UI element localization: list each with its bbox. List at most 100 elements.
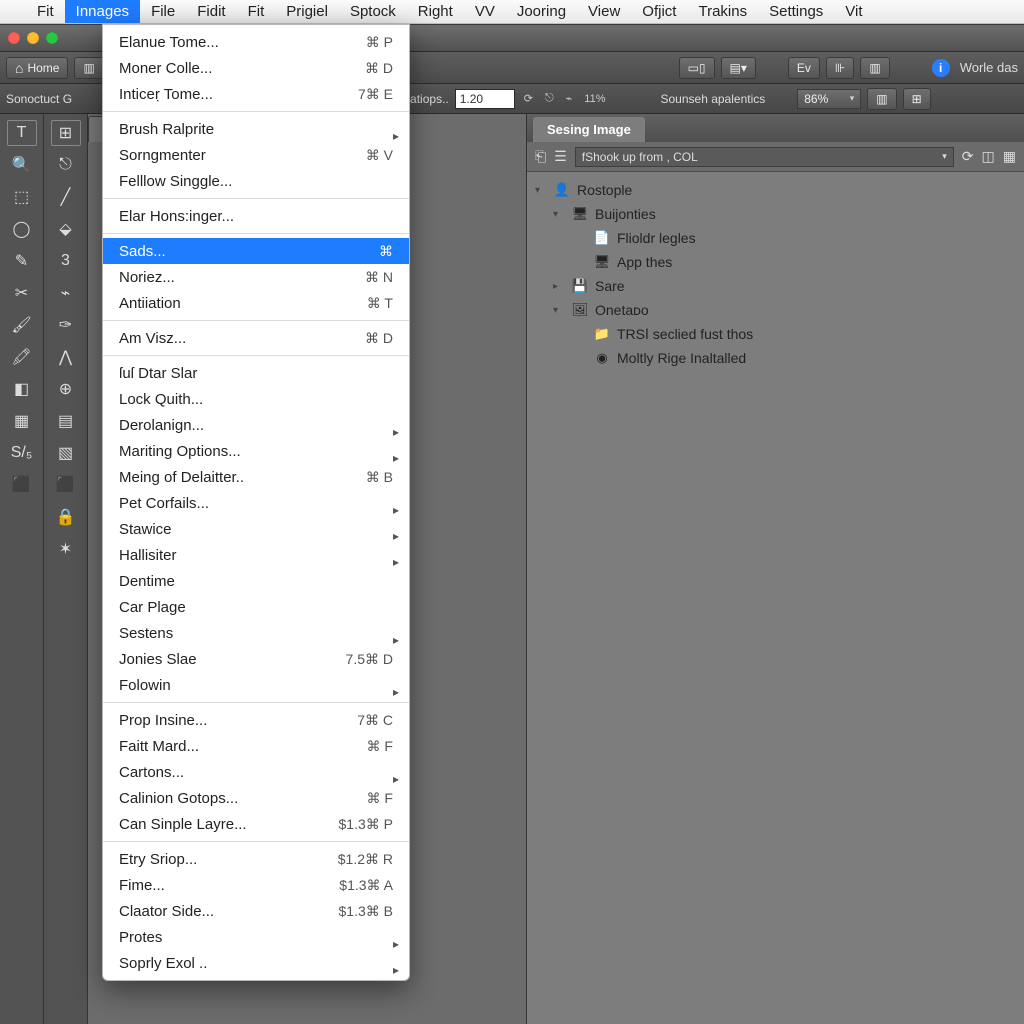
left-tool-2[interactable]: ⬚ [7,184,37,210]
minimize-window-icon[interactable] [27,32,39,44]
menubar-item-vv[interactable]: VV [464,0,506,23]
menu-item[interactable]: Sorngmenter⌘ V [103,142,409,168]
tree-row[interactable]: ◉Moltly Rige Inaltalled [531,346,1020,370]
menu-item[interactable]: Felllow Singgle... [103,168,409,194]
disclosure-triangle-icon[interactable]: ▾ [553,209,565,220]
left2-tool-3[interactable]: ⬙ [51,216,81,242]
menu-item[interactable]: Pet Corfails... [103,490,409,516]
toolbar-mode-c[interactable]: ▥ [860,57,889,79]
menubar-item-ofjict[interactable]: Ofjict [631,0,687,23]
left2-tool-0[interactable]: ⊞ [51,120,81,146]
menubar-item-fidit[interactable]: Fidit [186,0,236,23]
menu-item[interactable]: Folowin [103,672,409,698]
rp-tool-icon-b[interactable]: ☰ [554,148,567,165]
menu-item[interactable]: Protes [103,924,409,950]
menu-item[interactable]: Elar Hons:inger... [103,203,409,229]
left-tool-7[interactable]: 🖍 [7,344,37,370]
left-tool-4[interactable]: ✎ [7,248,37,274]
menu-item[interactable]: Hallisiter [103,542,409,568]
menu-item[interactable]: Sestens [103,620,409,646]
menu-item[interactable]: Brush Ralprite [103,116,409,142]
menu-item[interactable]: Lock Quith... [103,386,409,412]
menu-item[interactable]: Stawice [103,516,409,542]
right-panel-tab[interactable]: Sesing Image [533,117,645,142]
menu-item[interactable]: ſuſ Dtar Slar [103,360,409,386]
menubar-item-view[interactable]: View [577,0,631,23]
tree-row[interactable]: 📁TRSⅼ seclied fust thos [531,322,1020,346]
left2-tool-2[interactable]: ╱ [51,184,81,210]
rp-grid-icon[interactable]: ▦ [1003,148,1016,165]
menu-item[interactable]: Meing of Delaitter..⌘ B [103,464,409,490]
menu-item[interactable]: Calinion Gotops...⌘ F [103,785,409,811]
menubar-item-sptock[interactable]: Sptock [339,0,407,23]
menu-item[interactable]: Cartons... [103,759,409,785]
left-tool-9[interactable]: ▦ [7,408,37,434]
disclosure-triangle-icon[interactable]: ▸ [553,281,565,292]
menu-item[interactable]: Derolanign... [103,412,409,438]
left2-tool-7[interactable]: ⋀ [51,344,81,370]
rp-source-dropdown[interactable]: fShook up from , COL [575,147,954,167]
menubar-item-fit[interactable]: Fit [237,0,276,23]
menu-item[interactable]: Moner Colle...⌘ D [103,55,409,81]
tree-row[interactable]: 📄Flioldr legles [531,226,1020,250]
left2-tool-4[interactable]: 3 [51,248,81,274]
options-mini-3[interactable]: ⌁ [563,92,576,105]
options-extra-a[interactable]: ▥ [867,88,896,110]
left2-tool-8[interactable]: ⊕ [51,376,81,402]
menubar-item-right[interactable]: Right [407,0,464,23]
menu-item[interactable]: Soprly Exol .. [103,950,409,976]
menubar-item-trakins[interactable]: Trakins [687,0,758,23]
tree-row[interactable]: ▸💾Sare [531,274,1020,298]
left-tool-0[interactable]: T [7,120,37,146]
menubar-item-prigiel[interactable]: Prigiel [275,0,339,23]
menu-item[interactable]: Can Sinple Layre...$1.3⌘ P [103,811,409,837]
menu-item[interactable]: Mariting Options... [103,438,409,464]
menubar-item-file[interactable]: File [140,0,186,23]
left-tool-3[interactable]: ◯ [7,216,37,242]
close-window-icon[interactable] [8,32,20,44]
menu-item[interactable]: Car Plage [103,594,409,620]
left2-tool-13[interactable]: ✶ [51,536,81,562]
menubar-item-fit[interactable]: Fit [26,0,65,23]
left2-tool-6[interactable]: ✑ [51,312,81,338]
menubar-item-vit[interactable]: Vit [834,0,873,23]
rp-window-icon[interactable]: ◫ [982,148,995,165]
menu-item[interactable]: Sads...⌘ [103,238,409,264]
info-icon[interactable]: i [932,59,950,77]
menubar-item-jooring[interactable]: Jooring [506,0,577,23]
zoom-percent-dropdown[interactable]: 86% [797,89,861,109]
menu-item[interactable]: Etry Sriop...$1.2⌘ R [103,846,409,872]
options-mini-2[interactable]: ⎋ [542,92,557,105]
left-tool-8[interactable]: ◧ [7,376,37,402]
menu-item[interactable]: Faitt Mard...⌘ F [103,733,409,759]
left-tool-5[interactable]: ✂ [7,280,37,306]
zoom-window-icon[interactable] [46,32,58,44]
menu-item[interactable]: Jonies Slae7.5⌘ D [103,646,409,672]
left2-tool-5[interactable]: ⌁ [51,280,81,306]
rp-tool-icon-a[interactable]: ⎗ [535,148,546,165]
left-tool-10[interactable]: S/₅ [7,440,37,466]
menu-item[interactable]: Inticeṛ Tome...7⌘ E [103,81,409,107]
menu-item[interactable]: Am Visz...⌘ D [103,325,409,351]
left2-tool-9[interactable]: ▤ [51,408,81,434]
menu-item[interactable]: Antiiation⌘ T [103,290,409,316]
home-button[interactable]: Home [6,57,68,79]
disclosure-triangle-icon[interactable]: ▾ [535,185,547,196]
left-tool-11[interactable]: ⬛ [7,472,37,498]
left2-tool-12[interactable]: 🔒 [51,504,81,530]
menu-item[interactable]: Dentime [103,568,409,594]
disclosure-triangle-icon[interactable]: ▾ [553,305,565,316]
tree-row[interactable]: ▾👤Rostople [531,178,1020,202]
toolbar-mode-a[interactable]: Ev [788,57,820,79]
left2-tool-11[interactable]: ⬛ [51,472,81,498]
left2-tool-10[interactable]: ▧ [51,440,81,466]
tree-row[interactable]: ▾🖼Onetaᴅo [531,298,1020,322]
left-tool-6[interactable]: 🖌 [7,312,37,338]
left-tool-1[interactable]: 🔍 [7,152,37,178]
menu-item[interactable]: Noriez...⌘ N [103,264,409,290]
menu-item[interactable]: Elanue Tome...⌘ P [103,29,409,55]
left2-tool-1[interactable]: ⎋ [51,152,81,178]
tree-row[interactable]: 🖥App thes [531,250,1020,274]
menu-item[interactable]: Prop Insine...7⌘ C [103,707,409,733]
rp-refresh-icon[interactable]: ⟳ [962,148,974,165]
